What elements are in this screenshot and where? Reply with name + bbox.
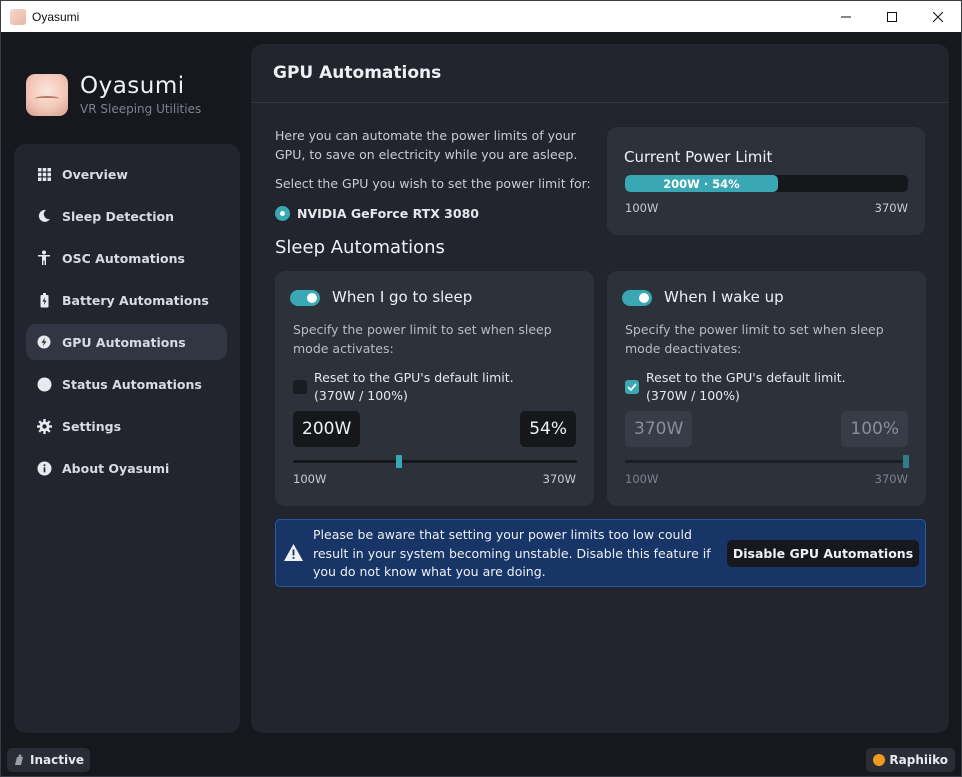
- bolt-icon: [36, 334, 52, 350]
- sidebar-item-overview[interactable]: Overview: [26, 156, 227, 192]
- sidebar-item-label: GPU Automations: [62, 334, 186, 350]
- wake-toggle[interactable]: [622, 290, 652, 306]
- brand: Oyasumi VR Sleeping Utilities: [26, 73, 201, 116]
- sidebar-item-label: Settings: [62, 418, 122, 434]
- gear-icon: [36, 418, 52, 434]
- moon-icon: [36, 208, 52, 224]
- power-min-label: 100W: [625, 201, 659, 215]
- brand-logo: [26, 73, 68, 116]
- gpu-select-prompt: Select the GPU you wish to set the power…: [275, 176, 591, 191]
- close-button[interactable]: [915, 1, 961, 32]
- sleep-status-label: Inactive: [30, 753, 85, 767]
- sidebar-item-label: About Oyasumi: [62, 460, 170, 476]
- sleep-card-title: When I go to sleep: [332, 288, 473, 306]
- wake-watts-value: 370W: [625, 411, 693, 447]
- gpu-radio-button[interactable]: [275, 206, 290, 221]
- wake-percent-value: 100%: [841, 411, 908, 447]
- sidebar-item-osc-automations[interactable]: OSC Automations: [26, 240, 227, 276]
- power-progress-label: 200W · 54%: [663, 176, 740, 191]
- sidebar-item-settings[interactable]: Settings: [26, 408, 227, 444]
- wake-slider-min: 100W: [625, 472, 659, 486]
- user-badge[interactable]: Raphiiko: [866, 748, 955, 772]
- warning-text: Please be aware that setting your power …: [313, 527, 711, 579]
- sleep-reset-label: Reset to the GPU's default limit.: [314, 370, 514, 385]
- sidebar: Overview Sleep Detection OSC Automations…: [14, 144, 240, 733]
- sleep-slider-thumb[interactable]: [395, 455, 402, 468]
- sidebar-item-status-automations[interactable]: Status Automations: [26, 366, 227, 402]
- wake-reset-sublabel: (370W / 100%): [646, 388, 740, 403]
- sleep-reset-sublabel: (370W / 100%): [314, 388, 408, 403]
- title-bar: Oyasumi: [1, 1, 961, 32]
- app-icon: [10, 8, 26, 25]
- sleep-reset-option[interactable]: Reset to the GPU's default limit. (370W …: [293, 369, 514, 405]
- sleep-automations-title: Sleep Automations: [275, 237, 445, 258]
- main-panel: GPU Automations Here you can automate th…: [251, 44, 949, 733]
- sleep-reset-checkbox[interactable]: [293, 380, 307, 394]
- user-status-dot: [873, 754, 886, 766]
- info-icon: [36, 460, 52, 476]
- sleep-power-slider[interactable]: [293, 455, 577, 468]
- power-progress-fill: 200W · 54%: [625, 175, 778, 192]
- circle-icon: [36, 376, 52, 392]
- window-title: Oyasumi: [32, 9, 80, 24]
- sleep-card-description: Specify the power limit to set when slee…: [293, 322, 552, 356]
- sleep-toggle[interactable]: [290, 290, 320, 306]
- sidebar-item-gpu-automations[interactable]: GPU Automations: [26, 324, 227, 360]
- main-header: GPU Automations: [251, 44, 949, 103]
- power-progress-bar: 200W · 54%: [625, 175, 908, 192]
- sidebar-item-label: OSC Automations: [62, 250, 185, 266]
- battery-icon: [36, 292, 52, 308]
- minimize-button[interactable]: [823, 1, 869, 32]
- wake-automation-card: When I wake up Specify the power limit t…: [607, 271, 926, 506]
- sleep-status-badge[interactable]: Inactive: [7, 748, 91, 772]
- sleep-state-icon: [13, 754, 25, 766]
- maximize-button[interactable]: [869, 1, 915, 32]
- wake-power-slider[interactable]: [625, 455, 909, 468]
- brand-subtitle: VR Sleeping Utilities: [80, 102, 202, 116]
- wake-slider-max: 370W: [874, 472, 908, 486]
- wake-reset-checkbox[interactable]: [625, 380, 639, 394]
- wake-card-title: When I wake up: [664, 288, 784, 306]
- wake-reset-label: Reset to the GPU's default limit.: [646, 370, 846, 385]
- sidebar-item-label: Sleep Detection: [62, 208, 175, 224]
- user-name: Raphiiko: [889, 753, 948, 767]
- sleep-percent-value: 54%: [520, 411, 576, 447]
- warning-banner: Please be aware that setting your power …: [275, 519, 926, 587]
- intro-text: Here you can automate the power limits o…: [275, 128, 578, 162]
- minimize-icon: [841, 16, 851, 17]
- window-controls: [823, 1, 961, 32]
- sidebar-item-label: Battery Automations: [62, 292, 209, 308]
- sleep-automation-card: When I go to sleep Specify the power lim…: [275, 271, 594, 506]
- sidebar-item-about[interactable]: About Oyasumi: [26, 450, 227, 486]
- page-title: GPU Automations: [273, 63, 442, 83]
- sidebar-item-label: Status Automations: [62, 376, 202, 392]
- wake-slider-thumb[interactable]: [903, 455, 909, 468]
- sidebar-item-battery-automations[interactable]: Battery Automations: [26, 282, 227, 318]
- sleep-watts-value: 200W: [293, 411, 361, 447]
- close-icon: [933, 11, 943, 22]
- current-power-card: Current Power Limit 200W · 54% 100W 370W: [607, 127, 925, 235]
- check-icon: [627, 383, 637, 391]
- gpu-name: NVIDIA GeForce RTX 3080: [297, 206, 479, 221]
- gpu-option[interactable]: NVIDIA GeForce RTX 3080: [275, 206, 479, 221]
- brand-name: Oyasumi: [80, 73, 185, 99]
- sidebar-item-sleep-detection[interactable]: Sleep Detection: [26, 198, 227, 234]
- current-power-title: Current Power Limit: [624, 148, 773, 166]
- warning-icon: [284, 544, 303, 561]
- sidebar-item-label: Overview: [62, 166, 128, 182]
- sleep-slider-max: 370W: [542, 472, 576, 486]
- person-icon: [36, 250, 52, 266]
- maximize-icon: [887, 11, 897, 22]
- wake-card-description: Specify the power limit to set when slee…: [625, 322, 884, 356]
- wake-reset-option[interactable]: Reset to the GPU's default limit. (370W …: [625, 369, 846, 405]
- grid-icon: [36, 166, 52, 182]
- app-window: Oyasumi Oyasumi VR Sleeping Utilities Ov…: [0, 0, 962, 777]
- disable-gpu-automations-button[interactable]: Disable GPU Automations: [727, 540, 919, 567]
- sleep-slider-min: 100W: [293, 472, 327, 486]
- power-max-label: 370W: [874, 201, 908, 215]
